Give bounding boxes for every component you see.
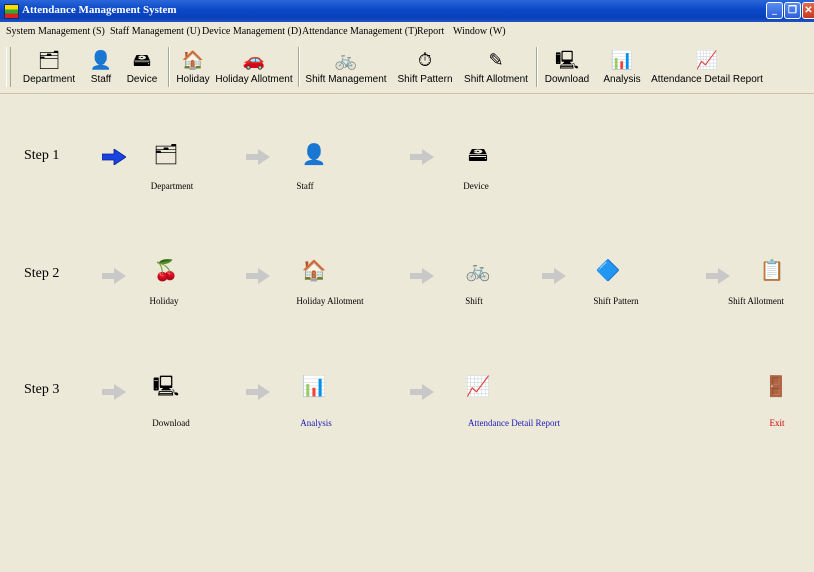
restore-button[interactable]: ❐ bbox=[784, 2, 801, 19]
step-staff-icon[interactable]: 👤 bbox=[298, 140, 330, 168]
arrow-inactive-icon bbox=[542, 268, 566, 284]
menu-device-management[interactable]: Device Management (D) bbox=[202, 26, 301, 37]
device-icon: 🖴 bbox=[132, 50, 152, 70]
toolbar-label: Staff bbox=[90, 74, 112, 85]
minimize-button[interactable]: _ bbox=[766, 2, 783, 19]
step-shift-allotment-icon[interactable]: 📋 bbox=[756, 256, 788, 284]
step-analysis-label[interactable]: Analysis bbox=[300, 418, 332, 428]
toolbar-separator bbox=[536, 47, 538, 87]
toolbar-label: Department bbox=[22, 74, 76, 85]
step-department-icon[interactable]: 🗂 bbox=[150, 140, 182, 168]
step-device-icon[interactable]: 🖴 bbox=[462, 140, 494, 168]
toolbar: 🗂 Department 👤 Staff 🖴 Device 🏠 Holiday … bbox=[0, 41, 814, 94]
step-attendance-detail-report-label[interactable]: Attendance Detail Report bbox=[468, 418, 560, 428]
toolbar-shift-allotment-button[interactable]: ✎ Shift Allotment bbox=[460, 41, 532, 91]
toolbar-label: Attendance Detail Report bbox=[651, 74, 763, 85]
arrow-inactive-icon bbox=[246, 268, 270, 284]
menu-attendance-management[interactable]: Attendance Management (T) bbox=[302, 26, 418, 37]
staff-icon: 👤 bbox=[89, 50, 113, 70]
toolbar-label: Shift Allotment bbox=[464, 74, 528, 85]
step-holiday-icon[interactable]: 🍒 bbox=[150, 256, 182, 284]
menu-staff-management[interactable]: Staff Management (U) bbox=[110, 26, 200, 37]
step-download-icon[interactable]: 🖳 bbox=[150, 372, 182, 400]
step-shift-icon[interactable]: 🚲 bbox=[462, 256, 494, 284]
step-download-label[interactable]: Download bbox=[152, 418, 190, 428]
toolbar-label: Download bbox=[544, 74, 590, 85]
toolbar-analysis-button[interactable]: 📊 Analysis bbox=[600, 41, 644, 91]
toolbar-shift-management-button[interactable]: 🚲 Shift Management bbox=[304, 41, 388, 91]
step-2-label: Step 2 bbox=[24, 266, 60, 281]
step-3-label: Step 3 bbox=[24, 382, 60, 397]
step-holiday-label[interactable]: Holiday bbox=[150, 296, 179, 306]
toolbar-separator bbox=[168, 47, 170, 87]
toolbar-staff-button[interactable]: 👤 Staff bbox=[84, 41, 118, 91]
menu-bar: System Management (S) Staff Management (… bbox=[0, 22, 814, 41]
exit-label[interactable]: Exit bbox=[770, 418, 785, 428]
toolbar-label: Shift Pattern bbox=[397, 74, 453, 85]
arrow-inactive-icon bbox=[410, 268, 434, 284]
step-attendance-detail-report-icon[interactable]: 📈 bbox=[462, 372, 494, 400]
toolbar-device-button[interactable]: 🖴 Device bbox=[122, 41, 162, 91]
step-shift-allotment-label[interactable]: Shift Allotment bbox=[728, 296, 784, 306]
step-device-label[interactable]: Device bbox=[463, 181, 488, 191]
toolbar-download-button[interactable]: 🖳 Download bbox=[542, 41, 592, 91]
menu-system-management[interactable]: System Management (S) bbox=[6, 26, 105, 37]
shift-pattern-icon: ⏱ bbox=[417, 50, 433, 70]
holiday-icon: 🏠 bbox=[181, 50, 205, 70]
step-shift-label[interactable]: Shift bbox=[465, 296, 483, 306]
close-button[interactable]: ✕ bbox=[802, 2, 814, 19]
shift-allotment-icon: ✎ bbox=[488, 50, 504, 70]
exit-icon[interactable]: 🚪 bbox=[760, 372, 792, 400]
analysis-icon: 📊 bbox=[610, 50, 634, 70]
step-shift-pattern-label[interactable]: Shift Pattern bbox=[593, 296, 638, 306]
menu-window[interactable]: Window (W) bbox=[453, 26, 506, 37]
window-title: Attendance Management System bbox=[22, 4, 177, 16]
toolbar-label: Holiday Allotment bbox=[215, 74, 293, 85]
toolbar-holiday-button[interactable]: 🏠 Holiday bbox=[174, 41, 212, 91]
shift-management-icon: 🚲 bbox=[334, 50, 358, 70]
department-icon: 🗂 bbox=[37, 50, 61, 70]
arrow-inactive-icon bbox=[410, 384, 434, 400]
menu-report[interactable]: Report bbox=[417, 26, 444, 37]
arrow-inactive-icon bbox=[102, 384, 126, 400]
toolbar-label: Analysis bbox=[603, 74, 641, 85]
toolbar-holiday-allotment-button[interactable]: 🚗 Holiday Allotment bbox=[214, 41, 294, 91]
step-holiday-allotment-label[interactable]: Holiday Allotment bbox=[296, 296, 363, 306]
title-bar: Attendance Management System _ ❐ ✕ bbox=[0, 0, 814, 22]
arrow-inactive-icon bbox=[246, 384, 270, 400]
toolbar-grip[interactable] bbox=[6, 47, 11, 87]
step-1-label: Step 1 bbox=[24, 148, 60, 163]
toolbar-attendance-detail-report-button[interactable]: 📈 Attendance Detail Report bbox=[650, 41, 764, 91]
attendance-detail-report-icon: 📈 bbox=[695, 50, 719, 70]
arrow-inactive-icon bbox=[102, 268, 126, 284]
download-icon: 🖳 bbox=[555, 50, 580, 70]
toolbar-label: Holiday bbox=[176, 74, 210, 85]
toolbar-separator bbox=[298, 47, 300, 87]
arrow-active-icon bbox=[102, 149, 126, 165]
step-shift-pattern-icon[interactable]: 🔷 bbox=[592, 256, 624, 284]
toolbar-department-button[interactable]: 🗂 Department bbox=[16, 41, 82, 91]
holiday-allotment-icon: 🚗 bbox=[242, 50, 266, 70]
step-holiday-allotment-icon[interactable]: 🏠 bbox=[298, 256, 330, 284]
app-icon bbox=[4, 4, 19, 19]
arrow-inactive-icon bbox=[410, 149, 434, 165]
toolbar-label: Shift Management bbox=[305, 74, 387, 85]
step-staff-label[interactable]: Staff bbox=[296, 181, 313, 191]
toolbar-label: Device bbox=[126, 74, 158, 85]
arrow-inactive-icon bbox=[246, 149, 270, 165]
step-analysis-icon[interactable]: 📊 bbox=[298, 372, 330, 400]
step-department-label[interactable]: Department bbox=[151, 181, 193, 191]
arrow-inactive-icon bbox=[706, 268, 730, 284]
toolbar-shift-pattern-button[interactable]: ⏱ Shift Pattern bbox=[392, 41, 458, 91]
